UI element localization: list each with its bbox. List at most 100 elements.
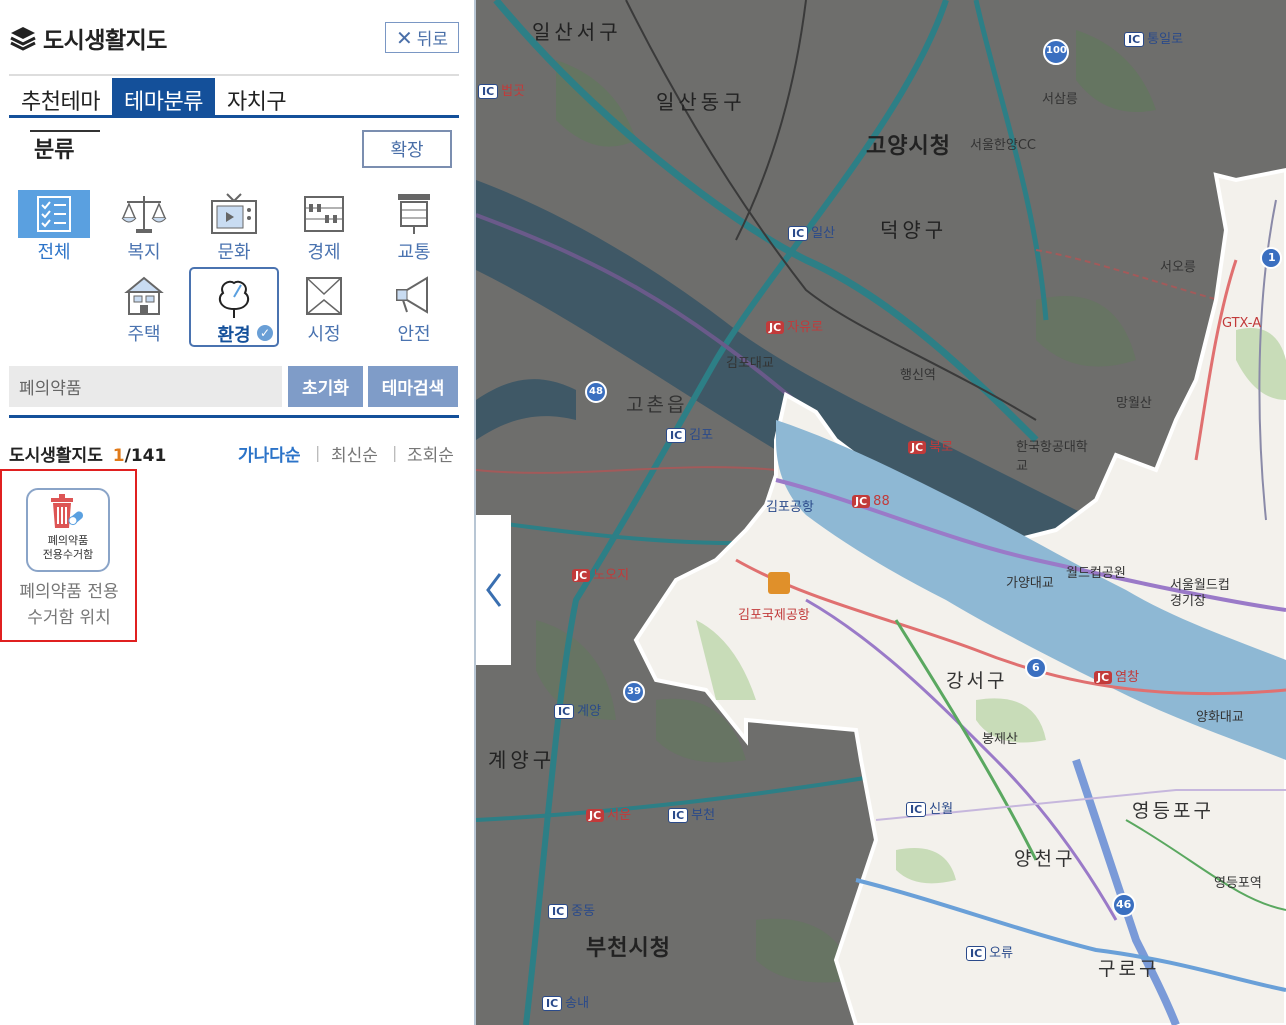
category-label: 안전 — [397, 324, 431, 345]
close-icon: ✕ — [395, 25, 413, 50]
map-label-bucheon: 부천시청 — [586, 936, 671, 961]
ic-songnae-label: IC 송내 — [542, 992, 589, 1011]
jc-seoun-label: JC 서운 — [586, 804, 631, 823]
envelope-icon — [298, 272, 350, 320]
route-6-label: 6 — [1032, 661, 1040, 674]
map-label-haengsin: 행신역 — [900, 368, 936, 383]
map-label-gayang-bridge: 가양대교 — [1006, 576, 1054, 591]
route-39-label: 39 — [627, 686, 641, 697]
category-welfare[interactable]: 복지 — [104, 190, 184, 264]
ic-gyeyang-label: IC 계양 — [554, 700, 601, 719]
trash-bin-icon: 폐의약품 전용수거함 — [26, 488, 110, 572]
check-icon: ✓ — [255, 323, 275, 343]
map-label-gangseo: 강서구 — [946, 670, 1008, 692]
ic-sinwol-label: IC 신월 — [906, 798, 953, 817]
side-panel: 도시생활지도 ✕ 뒤로 추천테마 테마분류 자치구 분류 확장 전체 복지 문화… — [0, 0, 476, 1025]
megaphone-icon — [388, 272, 440, 320]
result-item[interactable]: 폐의약품 전용수거함 폐의약품 전용 수거함 위치 — [0, 469, 137, 642]
map-label-gtx: GTX-A — [1222, 316, 1262, 331]
map-label-gimpo-airport-intl: 김포국제공항 — [738, 608, 810, 623]
map-label-mangwolsan: 망월산 — [1116, 396, 1152, 411]
map-label-yanghwa-bridge: 양화대교 — [1196, 710, 1244, 725]
category-safety[interactable]: 안전 — [374, 272, 454, 346]
reset-button[interactable]: 초기화 — [288, 366, 363, 407]
map-label-worldcup-park: 월드컵공원 — [1066, 566, 1126, 581]
chevron-left-icon — [485, 573, 501, 607]
map-label-gyeyang: 계양구 — [488, 748, 556, 772]
map-label-goyang: 고양시청 — [866, 134, 951, 159]
result-list-header: 도시생활지도 1/141 가나다순 | 최신순 | 조회순 — [9, 441, 459, 466]
ic-bucheon-label: IC 부천 — [668, 804, 715, 823]
tab-bar: 추천테마 테마분류 자치구 — [9, 74, 459, 118]
map-label-ilsanseo: 일산서구 — [532, 20, 622, 44]
scale-icon — [118, 190, 170, 238]
sort-alphabetical[interactable]: 가나다순 — [238, 441, 301, 466]
category-environment[interactable]: 환경 ✓ — [189, 267, 279, 347]
ic-beopgot-label: IC 법곳 — [478, 80, 525, 99]
category-label: 복지 — [127, 242, 161, 263]
map-label-seosamneung: 서삼릉 — [1042, 92, 1078, 107]
category-label: 교통 — [397, 242, 431, 263]
icon-caption: 폐의약품 전용수거함 — [42, 534, 94, 561]
section-title: 분류 — [30, 130, 100, 164]
category-housing[interactable]: 주택 — [104, 272, 184, 346]
map-label-seoreung: 서오릉 — [1160, 260, 1196, 275]
panel-header: 도시생활지도 — [9, 22, 167, 54]
ic-gimpo-label: IC 김포 — [666, 424, 713, 443]
checklist-icon — [18, 190, 90, 238]
tab-recommended-theme[interactable]: 추천테마 — [9, 76, 112, 115]
jc-yeomchang-label: JC 염창 — [1094, 666, 1139, 685]
map-label-yangcheon: 양천구 — [1014, 848, 1076, 870]
map-label-gimpo-airport: 김포공항 — [766, 500, 814, 515]
map-label-gimpo-bridge: 김포대교 — [726, 356, 774, 371]
tab-district[interactable]: 자치구 — [215, 76, 298, 115]
category-label: 시정 — [307, 324, 341, 345]
map-label-guro: 구로구 — [1098, 958, 1160, 980]
map-label-gochon: 고촌읍 — [626, 394, 688, 416]
house-icon — [118, 272, 170, 320]
theme-search-button[interactable]: 테마검색 — [368, 366, 458, 407]
ic-tongil-label: IC 통일로 — [1124, 28, 1183, 47]
jc-nowoji-label: JC 노오지 — [572, 564, 629, 583]
layers-icon — [10, 27, 36, 51]
category-label: 주택 — [127, 324, 161, 345]
map-label-deogyang: 덕양구 — [880, 218, 948, 242]
route-46-label: 46 — [1116, 898, 1132, 911]
collapse-panel-button[interactable] — [476, 515, 511, 665]
category-all[interactable]: 전체 — [14, 190, 94, 264]
route-100-label: 100 — [1046, 45, 1067, 56]
category-culture[interactable]: 문화 — [194, 190, 274, 264]
traffic-signal-icon — [388, 190, 440, 238]
route-1-label: 1 — [1268, 251, 1276, 264]
category-city-admin[interactable]: 시정 — [284, 272, 364, 346]
jc-bukro-label: JC 북로 — [908, 436, 953, 455]
route-48-label: 48 — [589, 386, 603, 397]
tab-theme-category[interactable]: 테마분류 — [111, 78, 215, 115]
expand-button[interactable]: 확장 — [362, 130, 452, 168]
map-view[interactable]: 일산서구 일산동구 고양시청 덕양구 강서구 계양구 부천시청 양천구 영등포구… — [476, 0, 1286, 1025]
category-label: 문화 — [217, 242, 251, 263]
search-input[interactable] — [9, 366, 282, 407]
category-economy[interactable]: 경제 — [284, 190, 364, 264]
map-label-korea-aero-univ: 한국항공대학교 — [1016, 440, 1088, 474]
ic-jungdong-label: IC 중동 — [548, 900, 595, 919]
jc-jayuro-label: JC 자유로 — [766, 316, 823, 335]
sort-latest[interactable]: 최신순 — [331, 441, 378, 466]
panel-title: 도시생활지도 — [43, 28, 167, 54]
search-row: 초기화 테마검색 — [9, 366, 459, 407]
divider: | — [315, 443, 321, 462]
category-traffic[interactable]: 교통 — [374, 190, 454, 264]
map-label-seoul-hanyang-cc: 서울한양CC — [970, 138, 1036, 153]
divider — [9, 415, 459, 418]
back-button[interactable]: ✕ 뒤로 — [385, 22, 459, 53]
back-label: 뒤로 — [416, 30, 449, 50]
abacus-icon — [298, 190, 350, 238]
sort-views[interactable]: 조회순 — [407, 441, 454, 466]
divider: | — [392, 443, 398, 462]
map-label-stadium: 경기장 — [1170, 594, 1206, 609]
category-label: 경제 — [307, 242, 341, 263]
tree-icon — [208, 273, 260, 321]
result-label: 폐의약품 전용 수거함 위치 — [19, 582, 119, 628]
map-label-yeongdeungpo-station: 영등포역 — [1214, 876, 1262, 891]
ic-ilsan-label: IC 일산 — [788, 222, 835, 241]
